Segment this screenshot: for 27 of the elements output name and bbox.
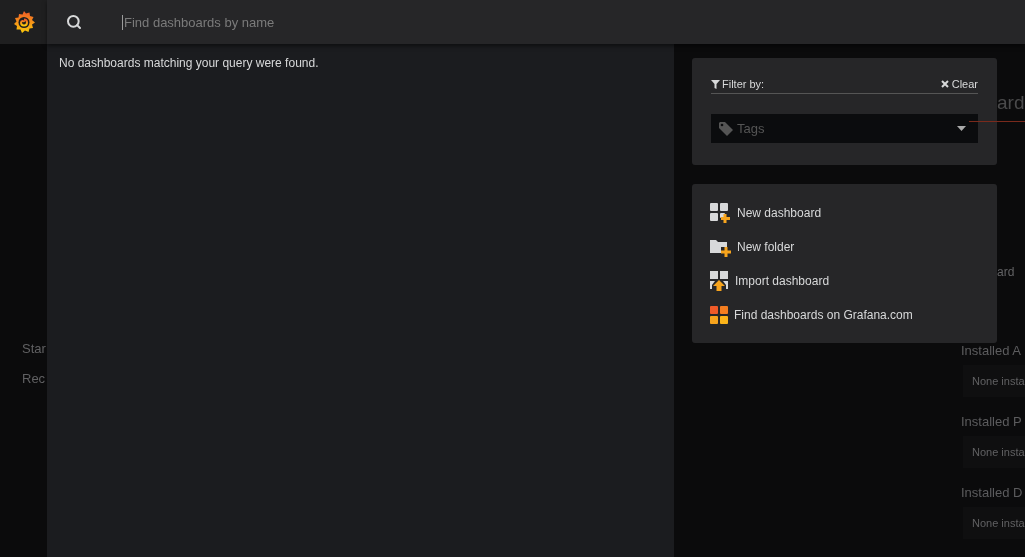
filter-label: Filter by:	[722, 78, 765, 90]
background-link-text: ard	[996, 265, 1016, 279]
background-section-title: Installed A	[961, 343, 1022, 359]
action-link[interactable]: Find dashboards on Grafana.com	[710, 304, 980, 326]
action-link[interactable]: Import dashboard	[710, 270, 980, 292]
tag-icon	[719, 121, 733, 136]
search-field[interactable]: Find dashboards by name	[122, 14, 524, 30]
background-section-title: Installed D	[961, 485, 1024, 501]
filter-icon	[711, 79, 720, 89]
background-empty-text: None insta	[963, 365, 1025, 397]
background-title-text: ard	[969, 91, 1025, 122]
action-link[interactable]: New dashboard	[710, 202, 980, 224]
background-menu-text: Rec	[22, 371, 47, 387]
action-link[interactable]: New folder	[710, 236, 980, 258]
folder-plus-icon	[710, 237, 731, 257]
close-icon	[940, 80, 949, 88]
search-icon	[66, 14, 82, 30]
background-menu-text: Star	[22, 341, 47, 357]
background-section-title: Installed P	[961, 414, 1023, 430]
grid-plus-icon	[710, 203, 731, 223]
empty-results-message: No dashboards matching your query were found.	[59, 56, 320, 70]
clear-button[interactable]: Clear	[940, 78, 978, 90]
grid-upload-icon	[710, 271, 729, 291]
background-empty-text: None insta	[963, 507, 1025, 539]
background-empty-text: None insta	[963, 436, 1025, 468]
tile-grid-icon	[710, 306, 728, 324]
caret-icon	[957, 126, 966, 131]
